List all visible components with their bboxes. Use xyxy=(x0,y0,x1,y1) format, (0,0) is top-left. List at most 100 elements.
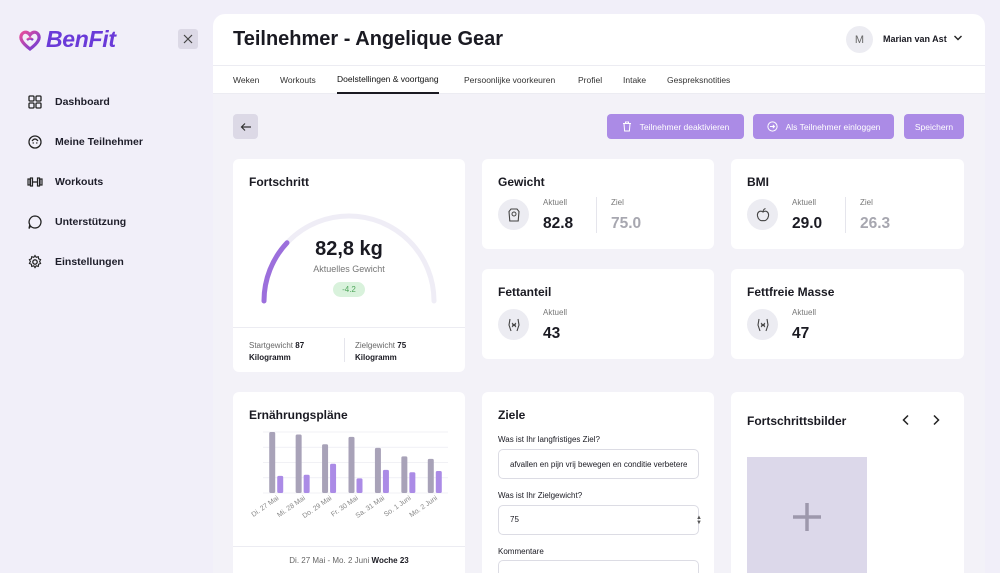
benfit-logo-icon xyxy=(19,30,41,51)
card-title: Fettfreie Masse xyxy=(747,285,835,299)
week-range-dates: Di. 27 Mai - Mo. 2 Juni xyxy=(289,556,370,565)
login-arrow-icon xyxy=(766,121,778,132)
current-weight-value: 82,8 kg xyxy=(315,238,383,260)
start-weight-unit: Kilogramm xyxy=(249,353,291,362)
sidebar-item-workouts[interactable]: Workouts xyxy=(27,172,143,192)
tab-goals-progress[interactable]: Doelstellingen & voortgang xyxy=(337,66,439,94)
bar-series-1-0 xyxy=(269,432,276,493)
goal-label: Ziel xyxy=(611,198,624,207)
lean-mass-card: Fettfreie Masse Aktuell 47 xyxy=(731,269,964,359)
brand-logo[interactable]: BenFit xyxy=(18,26,116,53)
tab-preferences[interactable]: Persoonlijke voorkeuren xyxy=(464,66,555,94)
chevron-right-icon[interactable] xyxy=(931,414,941,426)
sidebar-item-label: Workouts xyxy=(55,176,104,188)
goal-bmi: 26.3 xyxy=(860,215,891,232)
button-label: Speichern xyxy=(914,121,954,132)
body-icon xyxy=(498,309,529,340)
current-weight: 82.8 xyxy=(543,215,574,232)
avatar[interactable]: M xyxy=(846,26,873,53)
sidebar-item-dashboard[interactable]: Dashboard xyxy=(27,92,143,112)
x-tick-label: Di. 27 Mai xyxy=(251,495,281,519)
sidebar-item-participants[interactable]: Meine Teilnehmer xyxy=(27,132,143,152)
goal-weight-label: Was ist Ihr Zielgewicht? xyxy=(498,491,583,500)
current-label: Aktuell xyxy=(543,198,568,207)
week-number: Woche 23 xyxy=(371,556,409,565)
longterm-goal-input[interactable] xyxy=(498,449,699,479)
page-title: Teilnehmer - Angelique Gear xyxy=(233,28,504,50)
current-weight-label: Aktuelles Gewicht xyxy=(313,264,385,274)
chevron-left-icon[interactable] xyxy=(901,414,911,426)
add-photo-button[interactable] xyxy=(747,457,867,573)
gear-icon xyxy=(28,254,42,269)
start-weight: Startgewicht 87 Kilogramm xyxy=(249,340,304,364)
sidebar-item-support[interactable]: Unterstützung xyxy=(27,212,143,232)
tab-intake[interactable]: Intake xyxy=(623,66,646,94)
tab-weken[interactable]: Weken xyxy=(233,66,259,94)
current-lean-mass: 47 xyxy=(792,325,810,342)
card-title: Gewicht xyxy=(498,175,545,189)
bar-series-2-1 xyxy=(303,474,310,493)
goal-weight-value: 75 xyxy=(510,515,519,524)
card-title: Ziele xyxy=(498,408,526,422)
start-weight-value: 87 xyxy=(295,341,305,350)
tab-bar: Weken Workouts Doelstellingen & voortgan… xyxy=(213,65,985,94)
bmi-card: BMI Aktuell 29.0 Ziel 26.3 xyxy=(731,159,964,249)
goal-weight-label: Zielgewicht xyxy=(355,341,396,350)
card-title: Fortschrittsbilder xyxy=(747,414,847,428)
dumbbell-icon xyxy=(27,177,43,187)
tab-conversation-notes[interactable]: Gespreksnotities xyxy=(667,66,730,94)
current-fat: 43 xyxy=(543,325,561,342)
longterm-goal-label: Was ist Ihr langfristiges Ziel? xyxy=(498,435,600,444)
progress-card: Fortschritt 82,8 kg Aktuelles Gewicht -4… xyxy=(233,159,465,372)
divider xyxy=(344,338,345,362)
card-title: BMI xyxy=(747,175,769,189)
bar-series-2-5 xyxy=(409,472,416,493)
sidebar-nav: Dashboard Meine Teilnehmer Workouts Unte… xyxy=(27,92,143,292)
close-sidebar-button[interactable] xyxy=(178,29,198,49)
current-label: Aktuell xyxy=(543,308,568,317)
sidebar-item-label: Unterstützung xyxy=(55,216,127,228)
stepper-arrows-icon[interactable]: ▲ ▼ xyxy=(696,515,702,526)
chevron-down-icon[interactable] xyxy=(953,34,963,42)
goal-weight-stepper[interactable]: 75 ▲ ▼ xyxy=(498,505,702,535)
tab-workouts[interactable]: Workouts xyxy=(280,66,316,94)
start-weight-label: Startgewicht xyxy=(249,341,294,350)
sidebar: BenFit Dashboard Meine Teilnehmer Workou… xyxy=(0,0,213,573)
login-as-participant-button[interactable]: Als Teilnehmer einloggen xyxy=(753,114,894,139)
body-icon xyxy=(747,309,778,340)
goals-card: Ziele Was ist Ihr langfristiges Ziel? Wa… xyxy=(482,392,714,573)
comments-input[interactable] xyxy=(498,560,699,573)
goal-weight: Zielgewicht 75 Kilogramm xyxy=(355,340,406,364)
tab-profile[interactable]: Profiel xyxy=(578,66,602,94)
bar-series-2-0 xyxy=(277,475,284,493)
button-label: Teilnehmer deaktivieren xyxy=(639,121,730,132)
user-name[interactable]: Marian van Ast xyxy=(883,34,947,44)
bar-series-2-2 xyxy=(330,463,337,493)
save-button[interactable]: Speichern xyxy=(904,114,964,139)
close-icon xyxy=(183,34,193,44)
goal-label: Ziel xyxy=(860,198,873,207)
back-button[interactable] xyxy=(233,114,258,139)
goal-weight-unit: Kilogramm xyxy=(355,353,397,362)
weight-card: Gewicht Aktuell 82.8 Ziel 75.0 xyxy=(482,159,714,249)
bar-series-1-6 xyxy=(427,458,434,493)
grid-icon xyxy=(28,95,42,109)
person-head-icon xyxy=(28,135,42,149)
current-bmi: 29.0 xyxy=(792,215,823,232)
sidebar-item-label: Einstellungen xyxy=(55,256,124,268)
divider xyxy=(845,197,846,233)
bar-series-1-1 xyxy=(295,434,302,493)
weight-change-badge: -4.2 xyxy=(333,282,365,297)
bar-series-2-4 xyxy=(382,469,389,493)
current-label: Aktuell xyxy=(792,308,817,317)
chat-bubble-icon xyxy=(28,215,42,229)
bar-series-1-2 xyxy=(322,444,329,493)
arrow-left-icon xyxy=(240,122,251,131)
x-tick-label: Do. 29 Mai xyxy=(301,495,333,520)
deactivate-participant-button[interactable]: Teilnehmer deaktivieren xyxy=(607,114,744,139)
bar-series-1-3 xyxy=(348,436,355,493)
current-label: Aktuell xyxy=(792,198,817,207)
sidebar-item-settings[interactable]: Einstellungen xyxy=(27,252,143,272)
bar-series-1-4 xyxy=(374,447,381,493)
apple-icon xyxy=(747,199,778,230)
